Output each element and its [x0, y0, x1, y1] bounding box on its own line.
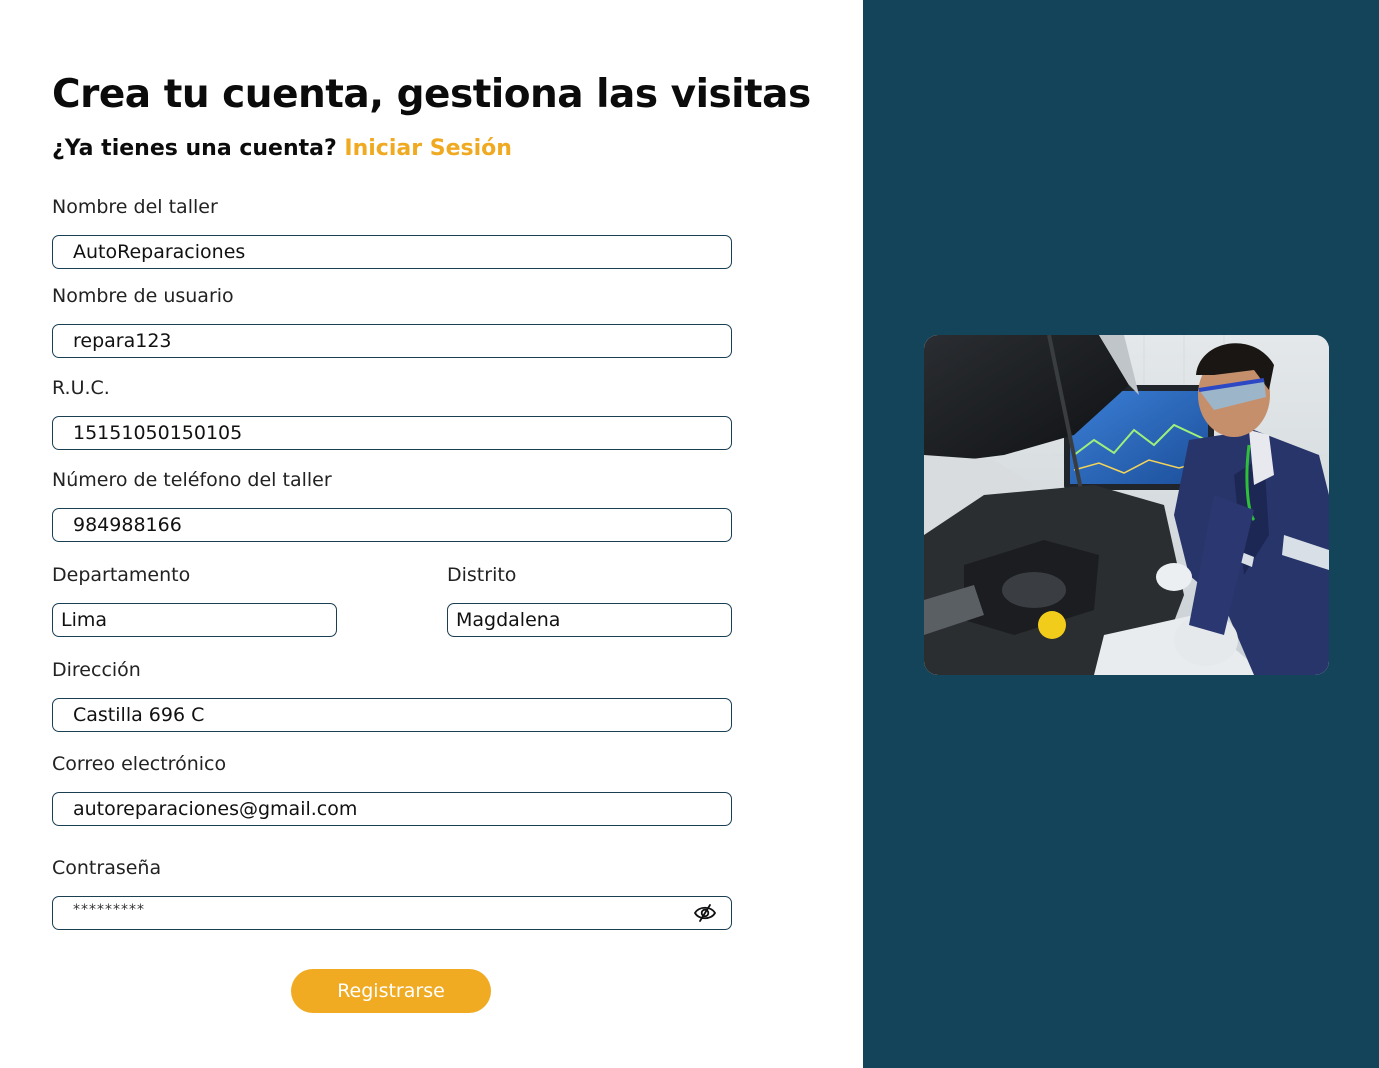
taller-input[interactable]: AutoReparaciones: [52, 235, 732, 269]
direccion-value: Castilla 696 C: [73, 704, 205, 726]
taller-value: AutoReparaciones: [73, 241, 246, 263]
login-link[interactable]: Iniciar Sesión: [344, 136, 512, 161]
distrito-value: Magdalena: [456, 609, 561, 631]
contrasena-label: Contraseña: [52, 857, 162, 879]
correo-input[interactable]: autoreparaciones@gmail.com: [52, 792, 732, 826]
departamento-input[interactable]: Lima: [52, 603, 337, 637]
contrasena-value: *********: [73, 902, 145, 918]
ruc-input[interactable]: 15151050150105: [52, 416, 732, 450]
taller-label: Nombre del taller: [52, 196, 218, 218]
telefono-label: Número de teléfono del taller: [52, 469, 332, 491]
distrito-label: Distrito: [447, 564, 517, 586]
contrasena-input[interactable]: *********: [52, 896, 732, 930]
direccion-label: Dirección: [52, 659, 141, 681]
telefono-value: 984988166: [73, 514, 182, 536]
register-button[interactable]: Registrarse: [291, 969, 491, 1013]
direccion-input[interactable]: Castilla 696 C: [52, 698, 732, 732]
form-panel: Crea tu cuenta, gestiona las visitas ¿Ya…: [0, 0, 863, 1068]
distrito-input[interactable]: Magdalena: [447, 603, 732, 637]
telefono-input[interactable]: 984988166: [52, 508, 732, 542]
departamento-label: Departamento: [52, 564, 191, 586]
correo-value: autoreparaciones@gmail.com: [73, 798, 358, 820]
departamento-value: Lima: [61, 609, 108, 631]
correo-label: Correo electrónico: [52, 753, 227, 775]
ruc-value: 15151050150105: [73, 422, 243, 444]
login-prompt-text: ¿Ya tienes una cuenta?: [52, 136, 337, 161]
usuario-label: Nombre de usuario: [52, 285, 234, 307]
mechanic-photo: [924, 335, 1329, 675]
eye-slash-icon[interactable]: [693, 903, 717, 923]
ruc-label: R.U.C.: [52, 377, 110, 399]
usuario-value: repara123: [73, 330, 172, 352]
login-prompt: ¿Ya tienes una cuenta? Iniciar Sesión: [52, 136, 512, 161]
page-title: Crea tu cuenta, gestiona las visitas: [52, 72, 811, 117]
usuario-input[interactable]: repara123: [52, 324, 732, 358]
